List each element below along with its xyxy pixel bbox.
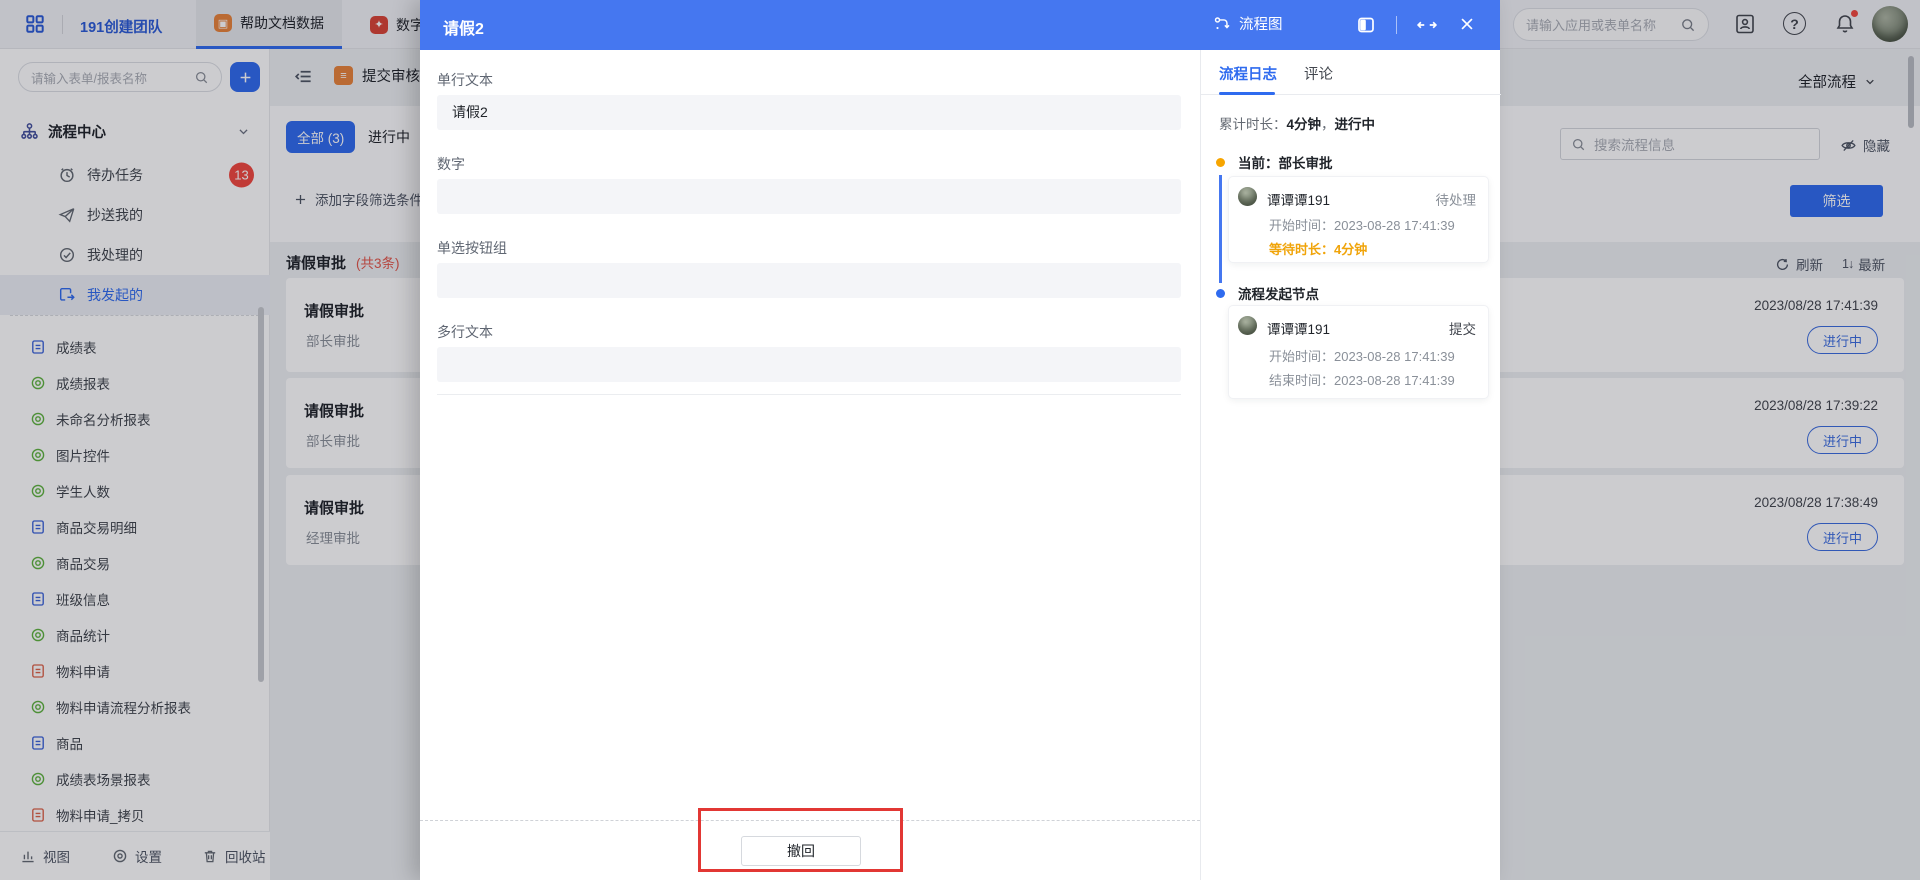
close-icon[interactable] xyxy=(1458,15,1476,33)
multi-line-text-input[interactable] xyxy=(437,347,1181,382)
current-node-dot xyxy=(1216,158,1225,167)
timeline-connector xyxy=(1219,175,1222,283)
record-form: 单行文本 请假2 数字 单选按钮组 多行文本 撤回 xyxy=(420,50,1200,880)
end-time: 结束时间：2023-08-28 17:41:39 xyxy=(1269,370,1455,389)
expand-icon[interactable] xyxy=(1416,15,1438,35)
node-status: 待处理 xyxy=(1436,189,1477,209)
toggle-panel-icon[interactable] xyxy=(1356,15,1376,35)
wait-duration: 等待时长：4分钟 xyxy=(1269,239,1367,258)
start-node-header: 流程发起节点 xyxy=(1216,283,1319,303)
flowchart-icon xyxy=(1213,15,1231,33)
start-time: 开始时间：2023-08-28 17:41:39 xyxy=(1269,346,1455,365)
field-radio-group: 单选按钮组 xyxy=(437,240,1181,298)
user-name: 谭谭谭191 xyxy=(1267,189,1330,209)
user-name: 谭谭谭191 xyxy=(1267,318,1330,338)
avatar xyxy=(1238,316,1257,335)
flowchart-button[interactable]: 流程图 xyxy=(1213,13,1283,34)
avatar xyxy=(1238,187,1257,206)
drawer-header: 请假2 流程图 xyxy=(420,0,1500,50)
field-single-line-text: 单行文本 请假2 xyxy=(437,72,1181,130)
single-line-text-input[interactable]: 请假2 xyxy=(437,95,1181,130)
record-title: 请假2 xyxy=(443,15,484,39)
drawer-body: 单行文本 请假2 数字 单选按钮组 多行文本 撤回 xyxy=(420,50,1500,880)
duration-summary: 累计时长：4分钟，进行中 xyxy=(1219,113,1375,133)
form-divider xyxy=(437,394,1181,395)
withdraw-button[interactable]: 撤回 xyxy=(741,836,861,866)
panel-tabs: 流程日志 评论 xyxy=(1201,50,1501,95)
field-number: 数字 xyxy=(437,156,1181,214)
tab-comments[interactable]: 评论 xyxy=(1304,63,1333,84)
flow-node-card[interactable]: 谭谭谭191 提交 开始时间：2023-08-28 17:41:39 结束时间：… xyxy=(1229,306,1488,398)
record-drawer: 请假2 流程图 单行文本 请假2 xyxy=(420,0,1500,880)
flow-node-card[interactable]: 谭谭谭191 待处理 开始时间：2023-08-28 17:41:39 等待时长… xyxy=(1229,177,1488,262)
footer-divider xyxy=(420,820,1200,821)
radio-group-input[interactable] xyxy=(437,263,1181,298)
number-input[interactable] xyxy=(437,179,1181,214)
tab-flow-log[interactable]: 流程日志 xyxy=(1219,63,1277,84)
app-window: 191创建团队 ▣ 帮助文档数据 ✦ 数字 请输入应用或表单名称 ? 请输入表单… xyxy=(0,0,1920,880)
field-multi-line-text: 多行文本 xyxy=(437,324,1181,382)
node-status: 提交 xyxy=(1449,318,1476,338)
start-node-dot xyxy=(1216,289,1225,298)
current-node-header: 当前：部长审批 xyxy=(1216,152,1333,172)
start-time: 开始时间：2023-08-28 17:41:39 xyxy=(1269,215,1455,234)
header-divider xyxy=(1396,16,1397,34)
flow-log-panel: 流程日志 评论 累计时长：4分钟，进行中 当前：部长审批 谭谭谭191 待处理 … xyxy=(1200,50,1500,880)
active-tab-underline xyxy=(1219,92,1275,95)
